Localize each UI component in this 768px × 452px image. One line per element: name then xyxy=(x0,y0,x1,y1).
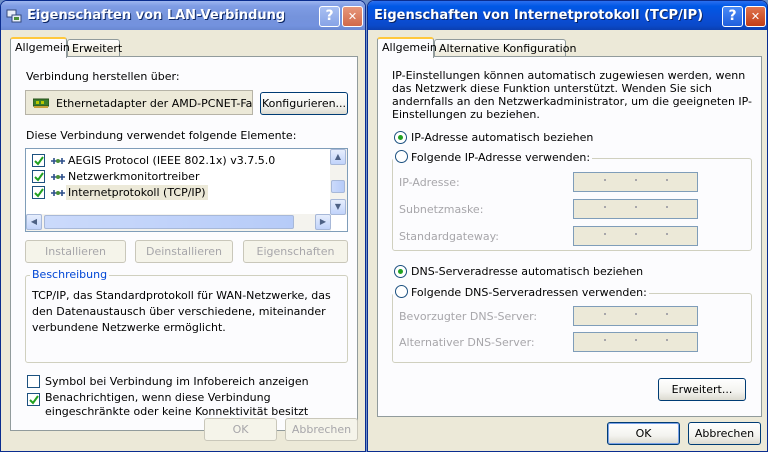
uninstall-button[interactable]: Deinstallieren xyxy=(135,240,233,263)
dns-manual-radio[interactable] xyxy=(395,285,408,298)
protocol-icon xyxy=(51,174,65,180)
show-icon-checkbox[interactable] xyxy=(27,375,40,388)
tcpip-intro-text: IP-Einstellungen können automatisch zuge… xyxy=(392,69,753,121)
ip-address-field[interactable] xyxy=(573,172,698,192)
notify-checkbox[interactable] xyxy=(27,393,40,406)
tcpip-properties-window: Eigenschaften von Internetprotokoll (TCP… xyxy=(367,0,768,452)
dns-preferred-field[interactable] xyxy=(573,306,698,326)
dns-manual-title: Folgende DNS-Serveradressen verwenden: xyxy=(393,285,649,299)
tcpip-tab-panel: IP-Einstellungen können automatisch zuge… xyxy=(377,56,762,417)
item-label: AEGIS Protocol (IEEE 802.1x) v3.7.5.0 xyxy=(68,154,276,167)
install-button[interactable]: Installieren xyxy=(25,240,126,263)
tcpip-window-title: Eigenschaften von Internetprotokoll (TCP… xyxy=(374,8,704,23)
description-text: TCP/IP, das Standardprotokoll für WAN-Ne… xyxy=(32,289,331,334)
lan-help-button[interactable]: ? xyxy=(319,6,340,27)
notify-label: Benachrichtigen, wenn diese Verbindung e… xyxy=(45,391,309,418)
list-vertical-scrollbar[interactable]: ▲ ▼ xyxy=(330,149,347,215)
ip-auto-label: IP-Adresse automatisch beziehen xyxy=(411,131,594,144)
lan-title-bar[interactable]: Eigenschaften von LAN-Verbindung ? ✕ xyxy=(1,1,365,30)
description-group: Beschreibung TCP/IP, das Standardprotoko… xyxy=(25,268,348,363)
dns-preferred-label: Bevorzugter DNS-Server: xyxy=(399,310,538,323)
components-list[interactable]: AEGIS Protocol (IEEE 802.1x) v3.7.5.0 Ne… xyxy=(25,148,348,232)
dns-alternate-label: Alternativer DNS-Server: xyxy=(399,336,535,349)
item-checkbox[interactable] xyxy=(32,170,45,183)
ip-manual-title: Folgende IP-Adresse verwenden: xyxy=(393,150,593,164)
tcpip-tab-allgemein[interactable]: Allgemein xyxy=(377,37,437,58)
lan-window-title: Eigenschaften von LAN-Verbindung xyxy=(27,8,286,23)
scroll-thumb[interactable] xyxy=(331,180,345,193)
show-icon-label: Symbol bei Verbindung im Infobereich anz… xyxy=(45,375,309,388)
scroll-up-icon[interactable]: ▲ xyxy=(330,149,346,165)
protocol-icon xyxy=(51,190,65,196)
lan-tab-erweitert[interactable]: Erweitert xyxy=(67,39,122,57)
adapter-box: Ethernetadapter der AMD-PCNET-Fa xyxy=(25,90,253,115)
advanced-button[interactable]: Erweitert... xyxy=(658,378,746,401)
ip-address-label: IP-Adresse: xyxy=(399,176,460,189)
item-checkbox[interactable] xyxy=(32,154,45,167)
dns-auto-radio[interactable] xyxy=(394,265,407,278)
description-title: Beschreibung xyxy=(30,268,110,281)
tcpip-ok-button[interactable]: OK xyxy=(607,422,680,445)
dns-alternate-field[interactable] xyxy=(573,332,698,352)
tcpip-close-button[interactable]: ✕ xyxy=(745,6,766,27)
ip-manual-group: Folgende IP-Adresse verwenden: IP-Adress… xyxy=(392,150,752,251)
properties-button[interactable]: Eigenschaften xyxy=(243,240,348,263)
tcpip-title-bar[interactable]: Eigenschaften von Internetprotokoll (TCP… xyxy=(368,1,767,30)
network-adapter-icon xyxy=(33,98,49,108)
item-label: Netzwerkmonitortreiber xyxy=(68,170,200,183)
gateway-label: Standardgateway: xyxy=(399,230,499,243)
dns-manual-group: Folgende DNS-Serveradressen verwenden: B… xyxy=(392,285,752,363)
tcpip-client-area: Allgemein Alternative Konfiguration IP-E… xyxy=(371,30,764,451)
lan-close-button[interactable]: ✕ xyxy=(342,6,363,27)
subnet-field[interactable] xyxy=(573,199,698,219)
scroll-left-icon[interactable]: ◀ xyxy=(26,214,42,230)
subnet-label: Subnetzmaske: xyxy=(399,203,484,216)
tcpip-cancel-button[interactable]: Abbrechen xyxy=(688,422,761,445)
adapter-name: Ethernetadapter der AMD-PCNET-Fa xyxy=(56,97,253,110)
lan-tab-allgemein[interactable]: Allgemein xyxy=(10,37,70,58)
connect-using-label: Verbindung herstellen über: xyxy=(26,70,180,83)
scroll-down-icon[interactable]: ▼ xyxy=(330,199,346,215)
gateway-field[interactable] xyxy=(573,226,698,246)
ip-manual-label: Folgende IP-Adresse verwenden: xyxy=(411,151,591,164)
components-label: Diese Verbindung verwendet folgende Elem… xyxy=(26,129,297,142)
lan-properties-window: Eigenschaften von LAN-Verbindung ? ✕ All… xyxy=(0,0,366,452)
configure-button[interactable]: Konfigurieren... xyxy=(260,92,348,115)
network-connection-icon xyxy=(6,9,22,23)
ip-manual-radio[interactable] xyxy=(395,150,408,163)
tcpip-tab-alternative[interactable]: Alternative Konfiguration xyxy=(434,39,576,57)
lan-client-area: Allgemein Erweitert Verbindung herstelle… xyxy=(4,30,362,451)
item-checkbox[interactable] xyxy=(32,186,45,199)
item-label: Internetprotokoll (TCP/IP) xyxy=(66,185,208,200)
dns-manual-label: Folgende DNS-Serveradressen verwenden: xyxy=(411,286,647,299)
tcpip-help-button[interactable]: ? xyxy=(722,6,743,27)
lan-tab-panel: Verbindung herstellen über: Ethernetadap… xyxy=(10,56,358,431)
list-horizontal-scrollbar[interactable]: ◀ ▶ xyxy=(26,214,331,231)
scroll-thumb[interactable] xyxy=(44,215,294,229)
scroll-right-icon[interactable]: ▶ xyxy=(315,214,331,230)
ip-auto-radio[interactable] xyxy=(394,131,407,144)
dns-auto-label: DNS-Serveradresse automatisch beziehen xyxy=(411,265,644,278)
lan-cancel-button[interactable]: Abbrechen xyxy=(285,418,358,441)
protocol-icon xyxy=(51,158,65,164)
lan-ok-button[interactable]: OK xyxy=(204,418,277,441)
